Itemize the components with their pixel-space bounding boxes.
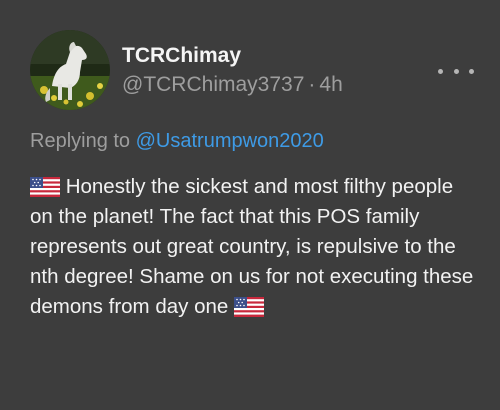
avatar[interactable] bbox=[30, 30, 110, 110]
user-handle[interactable]: @TCRChimay3737 bbox=[122, 73, 304, 96]
tweet-body: Honestly the sickest and most filthy peo… bbox=[30, 172, 475, 322]
us-flag-icon bbox=[233, 297, 264, 317]
more-horizontal-icon-dot bbox=[453, 68, 459, 74]
avatar-image bbox=[30, 30, 110, 110]
more-horizontal-icon-dot bbox=[469, 68, 474, 74]
tweet-card: TCRChimay @TCRChimay3737 · 4h Replying to … bbox=[0, 0, 500, 410]
replying-to-line: Replying to @Usatrumpwon2020 bbox=[30, 130, 324, 153]
timestamp[interactable]: 4h bbox=[319, 73, 342, 96]
display-name[interactable]: TCRChimay bbox=[122, 44, 241, 68]
replying-to-label: Replying to bbox=[30, 130, 131, 152]
separator-dot: · bbox=[308, 73, 316, 96]
us-flag-icon bbox=[30, 177, 60, 197]
more-horizontal-icon bbox=[438, 68, 443, 74]
replying-to-mention[interactable]: @Usatrumpwon2020 bbox=[136, 130, 324, 152]
handle-line: @TCRChimay3737 · 4h bbox=[122, 73, 343, 97]
more-options-button[interactable] bbox=[438, 60, 474, 82]
